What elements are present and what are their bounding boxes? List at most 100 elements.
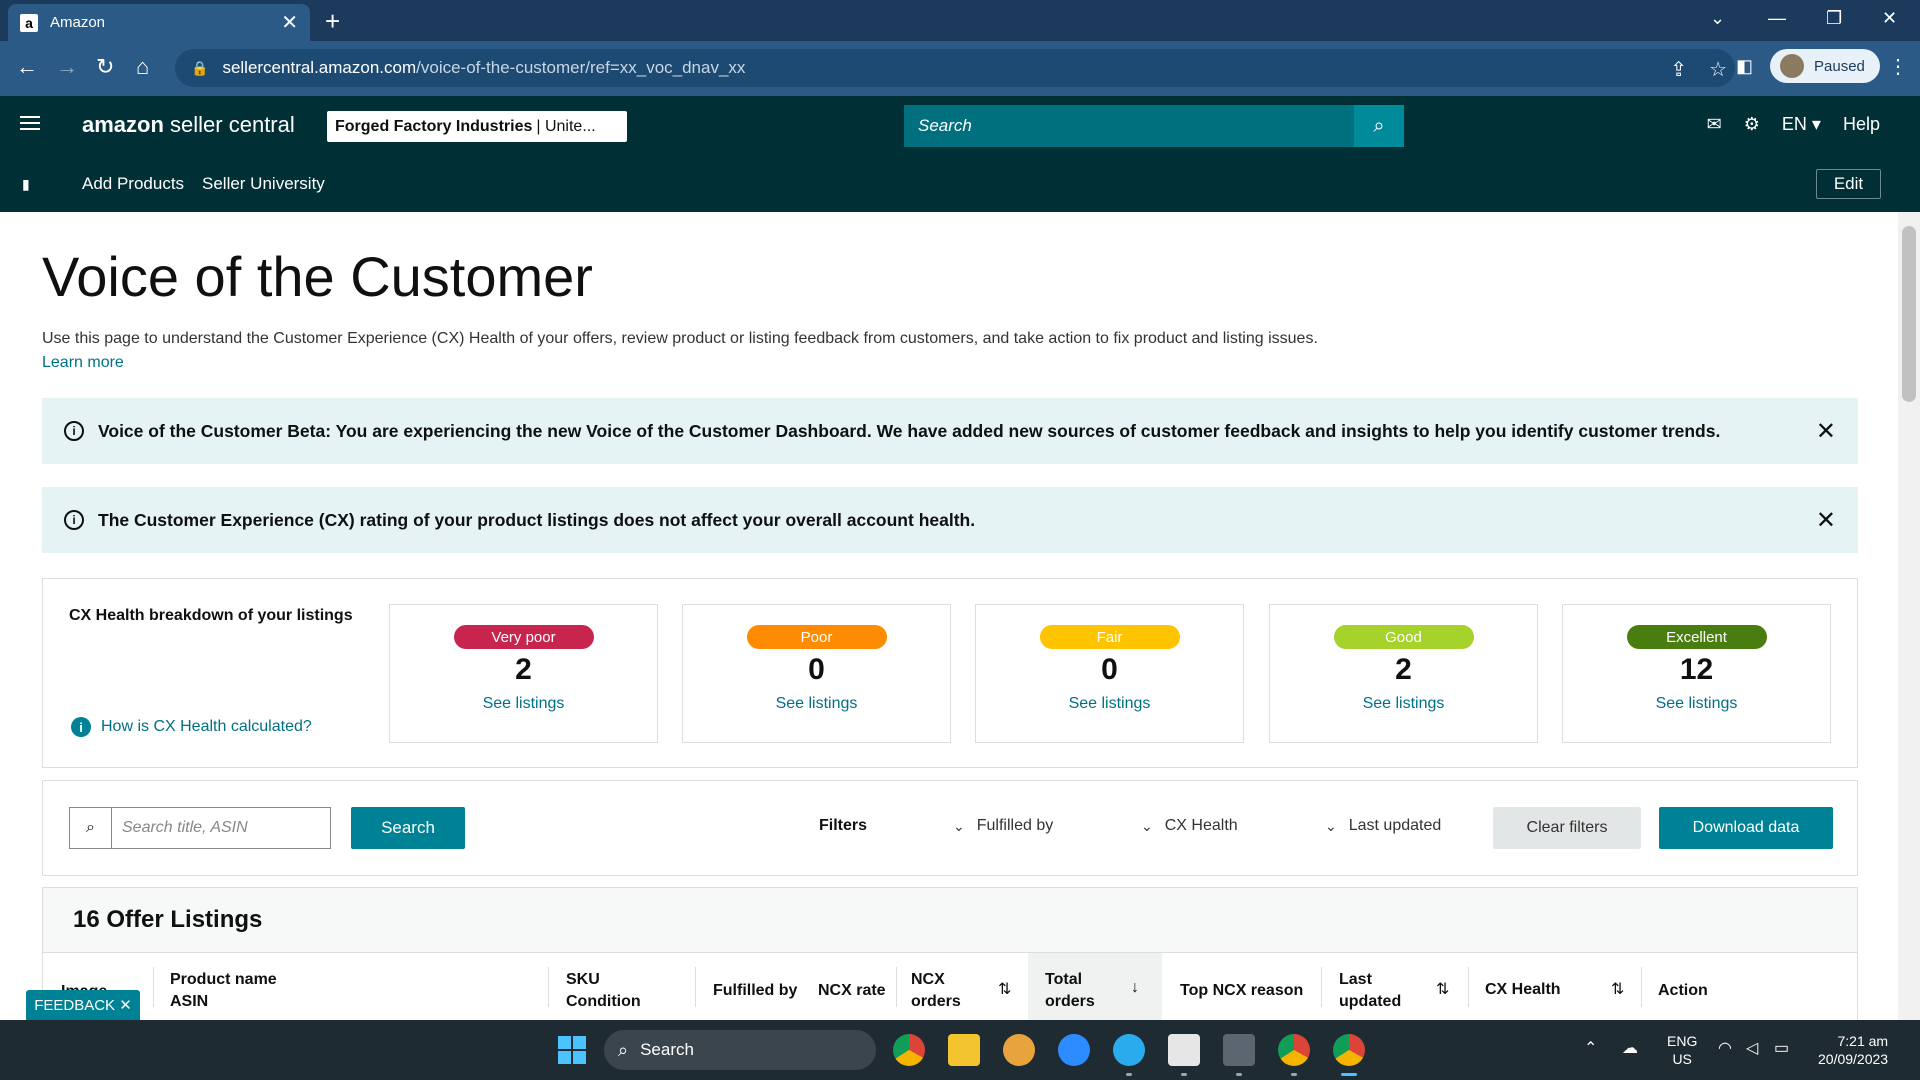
sort-icon[interactable]: ⇅ bbox=[1611, 979, 1624, 999]
scrollbar-thumb[interactable] bbox=[1902, 226, 1916, 402]
browser-menu-icon[interactable]: ⋮ bbox=[1888, 54, 1908, 79]
filters-label: Filters bbox=[819, 817, 868, 834]
column-divider bbox=[1321, 967, 1322, 1007]
snipping-tool-icon[interactable] bbox=[1168, 1034, 1200, 1066]
close-icon[interactable]: ✕ bbox=[1816, 506, 1836, 535]
side-panel-icon[interactable]: ◧ bbox=[1736, 56, 1753, 77]
windows-start-icon[interactable] bbox=[558, 1036, 586, 1064]
language-indicator[interactable]: ENG US bbox=[1667, 1032, 1697, 1068]
zoom-icon[interactable] bbox=[1058, 1034, 1090, 1066]
language-selector[interactable]: EN ▾ bbox=[1782, 114, 1821, 135]
address-bar[interactable]: 🔒 sellercentral.amazon.com/voice-of-the-… bbox=[175, 49, 1735, 87]
filter-panel: ⌕ Search title, ASIN Search Filters ⌄ Ful… bbox=[42, 780, 1858, 876]
seller-central-logo[interactable]: amazon seller central bbox=[82, 112, 295, 138]
gear-icon[interactable]: ⚙ bbox=[1744, 114, 1760, 135]
th-ncx-rate[interactable]: NCX rate bbox=[818, 980, 886, 1002]
beta-alert-text: Voice of the Customer Beta: You are expe… bbox=[98, 420, 1721, 441]
th-cx-health[interactable]: CX Health bbox=[1485, 979, 1561, 1001]
page-description: Use this page to understand the Customer… bbox=[42, 330, 1318, 347]
see-listings-link[interactable]: See listings bbox=[390, 695, 657, 713]
th-last-updated[interactable]: Last updated bbox=[1339, 969, 1401, 1013]
sort-icon[interactable]: ⇅ bbox=[1436, 979, 1449, 999]
th-fulfilled-by[interactable]: Fulfilled by bbox=[713, 980, 797, 1002]
profile-button[interactable]: Paused bbox=[1770, 49, 1880, 83]
see-listings-link[interactable]: See listings bbox=[976, 695, 1243, 713]
header-search[interactable]: Search ⌕ bbox=[904, 105, 1404, 147]
tab-title: Amazon bbox=[50, 14, 106, 31]
volume-icon[interactable]: ◁ bbox=[1746, 1038, 1758, 1058]
onedrive-icon[interactable]: ☁ bbox=[1622, 1038, 1638, 1058]
running-indicator bbox=[1236, 1073, 1242, 1076]
cx-health-dropdown[interactable]: ⌄ CX Health bbox=[1141, 817, 1238, 835]
bookmark-star-icon[interactable]: ☆ bbox=[1709, 57, 1727, 82]
forward-icon[interactable]: → bbox=[56, 54, 78, 80]
see-listings-link[interactable]: See listings bbox=[1270, 695, 1537, 713]
see-listings-link[interactable]: See listings bbox=[1563, 695, 1830, 713]
bookmark-icon[interactable]: ▮ bbox=[22, 176, 30, 193]
clock[interactable]: 7:21 am 20/09/2023 bbox=[1818, 1032, 1888, 1068]
browser-tab[interactable]: a Amazon ✕ bbox=[8, 4, 310, 41]
cx-health-help-link[interactable]: i How is CX Health calculated? bbox=[71, 717, 312, 737]
window-close-icon[interactable]: ✕ bbox=[1882, 8, 1897, 29]
taskbar-search[interactable]: ⌕ Search bbox=[604, 1030, 876, 1070]
listing-search-input[interactable]: Search title, ASIN bbox=[112, 808, 330, 848]
arrow-down-icon[interactable]: ↓ bbox=[1131, 979, 1139, 997]
download-data-button[interactable]: Download data bbox=[1659, 807, 1833, 849]
home-icon[interactable]: ⌂ bbox=[136, 54, 149, 80]
battery-icon[interactable]: ▭ bbox=[1774, 1038, 1789, 1058]
search-button[interactable]: Search bbox=[351, 807, 465, 849]
th-product-name[interactable]: Product name ASIN bbox=[170, 969, 277, 1013]
running-indicator bbox=[1181, 1073, 1187, 1076]
see-listings-link[interactable]: See listings bbox=[683, 695, 950, 713]
chrome-icon[interactable] bbox=[1278, 1034, 1310, 1066]
chevron-down-icon: ⌄ bbox=[953, 817, 965, 834]
chrome-active-icon[interactable] bbox=[1333, 1034, 1365, 1066]
clear-filters-button[interactable]: Clear filters bbox=[1493, 807, 1641, 849]
minimize-icon[interactable]: — bbox=[1768, 8, 1786, 29]
th-total-orders[interactable]: Total orders bbox=[1045, 969, 1095, 1013]
hamburger-menu-icon[interactable] bbox=[20, 116, 40, 130]
tab-search-chevron-icon[interactable]: ⌄ bbox=[1710, 8, 1725, 29]
telegram-icon[interactable] bbox=[1113, 1034, 1145, 1066]
learn-more-link[interactable]: Learn more bbox=[42, 354, 124, 372]
help-link[interactable]: Help bbox=[1843, 114, 1880, 135]
share-icon[interactable]: ⇪ bbox=[1670, 57, 1687, 82]
chevron-up-icon[interactable]: ⌃ bbox=[1584, 1038, 1597, 1058]
tab-close-icon[interactable]: ✕ bbox=[281, 10, 298, 35]
info-icon: i bbox=[64, 421, 84, 441]
th-top-ncx-reason[interactable]: Top NCX reason bbox=[1180, 980, 1303, 1002]
mail-icon[interactable]: ✉ bbox=[1707, 114, 1722, 135]
nav-add-products[interactable]: Add Products bbox=[82, 174, 184, 194]
th-sku[interactable]: SKU Condition bbox=[566, 969, 641, 1013]
th-ncx-orders[interactable]: NCX orders bbox=[911, 969, 961, 1013]
new-tab-icon[interactable]: + bbox=[325, 6, 340, 37]
wifi-icon[interactable]: ◠ bbox=[1718, 1038, 1732, 1058]
edit-button[interactable]: Edit bbox=[1816, 169, 1881, 199]
vertical-scrollbar[interactable] bbox=[1898, 212, 1920, 1020]
beta-alert: i Voice of the Customer Beta: You are ex… bbox=[42, 398, 1858, 464]
file-explorer-icon[interactable] bbox=[948, 1034, 980, 1066]
last-updated-dropdown[interactable]: ⌄ Last updated bbox=[1325, 817, 1441, 835]
listings-panel: 16 Offer Listings Image Product nameASIN… bbox=[42, 887, 1858, 1022]
cx-card-excellent: Excellent 12 See listings bbox=[1562, 604, 1831, 743]
cx-count: 0 bbox=[808, 653, 825, 686]
fulfilled-by-dropdown[interactable]: ⌄ Fulfilled by bbox=[953, 817, 1053, 835]
seller-central-nav: ▮ Add Products Seller University Edit bbox=[0, 156, 1920, 212]
nav-seller-university[interactable]: Seller University bbox=[202, 174, 325, 194]
app-icon[interactable] bbox=[1003, 1034, 1035, 1066]
calculator-icon[interactable] bbox=[1223, 1034, 1255, 1066]
header-search-input[interactable]: Search bbox=[904, 116, 1354, 136]
restore-icon[interactable]: ❐ bbox=[1826, 8, 1842, 29]
sort-icon[interactable]: ⇅ bbox=[998, 979, 1011, 999]
store-selector[interactable]: Forged Factory Industries | Unite... bbox=[327, 111, 627, 142]
feedback-button[interactable]: FEEDBACK ✕ bbox=[26, 990, 140, 1020]
search-icon[interactable]: ⌕ bbox=[1354, 105, 1404, 147]
column-divider bbox=[153, 967, 154, 1007]
seller-central-header: amazon seller central Forged Factory Ind… bbox=[0, 96, 1920, 156]
reload-icon[interactable]: ↻ bbox=[96, 54, 114, 80]
back-icon[interactable]: ← bbox=[16, 54, 38, 80]
search-icon: ⌕ bbox=[70, 808, 112, 848]
close-icon[interactable]: ✕ bbox=[1816, 417, 1836, 446]
listing-search-field[interactable]: ⌕ Search title, ASIN bbox=[69, 807, 331, 849]
chrome-icon[interactable] bbox=[893, 1034, 925, 1066]
